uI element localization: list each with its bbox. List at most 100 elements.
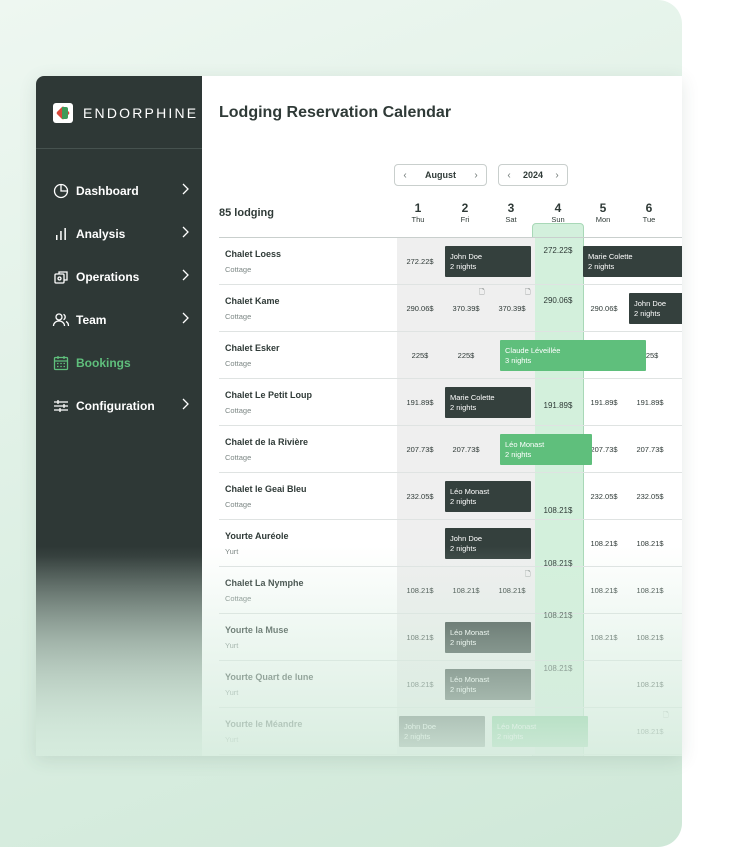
price-cell[interactable]: 232.05$ <box>397 473 443 519</box>
booking-block[interactable]: John Doe 2 nights <box>399 716 485 747</box>
price-cell[interactable]: 290.06$ <box>397 285 443 331</box>
lodging-name: Yourte la Muse <box>225 625 289 635</box>
price-cell[interactable]: 191.89$ <box>397 379 443 425</box>
sidebar-item-configuration[interactable]: Configuration <box>36 384 202 427</box>
booking-guest: John Doe <box>450 252 483 261</box>
booking-block[interactable]: Léo Monast 2 nights <box>445 481 531 512</box>
sidebar-item-label: Operations <box>76 269 140 284</box>
price-cell[interactable]: 108.21$ <box>581 614 627 660</box>
booking-block[interactable]: John Doe 2 nights <box>629 293 682 324</box>
sunday-price[interactable]: 108.21$ <box>532 611 584 620</box>
price-cell[interactable] <box>581 661 627 707</box>
sidebar-item-label: Analysis <box>76 226 126 241</box>
sunday-price[interactable]: 108.21$ <box>532 664 584 673</box>
booking-block[interactable]: Claude Léveillée 3 nights <box>500 340 646 371</box>
price-value: 191.89$ <box>406 397 434 407</box>
price-cell[interactable]: 108.21$ <box>627 520 673 566</box>
price-cell[interactable]: 232.05$ <box>627 473 673 519</box>
booking-nights: 2 nights <box>588 261 615 271</box>
sidebar-item-label: Configuration <box>76 398 155 413</box>
chevron-left-icon[interactable]: ‹ <box>499 170 519 181</box>
lodging-name: Chalet La Nymphe <box>225 578 304 588</box>
booking-block[interactable]: Marie Colette 2 nights <box>445 387 531 418</box>
price-cell[interactable] <box>397 520 443 566</box>
price-cell[interactable]: 290.06$ <box>581 285 627 331</box>
booking-block[interactable]: Léo Monast 2 nights <box>492 716 588 747</box>
sidebar-item-dashboard[interactable]: Dashboard <box>36 169 202 212</box>
price-cell[interactable]: 108.21$ <box>397 661 443 707</box>
price-cell[interactable]: 225$ <box>397 332 443 378</box>
price-value: 207.73$ <box>406 444 434 454</box>
lodging-name: Yourte le Méandre <box>225 719 303 729</box>
price-cell[interactable]: 108.21$ <box>581 520 627 566</box>
document-icon: 🗋 <box>525 571 531 578</box>
chevron-left-icon[interactable]: ‹ <box>395 170 415 181</box>
price-value: 108.21$ <box>636 632 664 642</box>
sidebar-item-bookings[interactable]: Bookings <box>36 341 202 384</box>
price-cell[interactable]: 272.22$ <box>397 238 443 284</box>
sunday-price[interactable]: 108.21$ <box>532 559 584 568</box>
table-row[interactable]: Chalet La Nymphe Cottage 108.21$ 108.21$ 108… <box>219 567 682 614</box>
brand-name: ENDORPHINE <box>83 105 199 121</box>
price-cell[interactable]: 108.21$ <box>627 614 673 660</box>
document-icon: 🗋 <box>525 289 531 296</box>
price-cell[interactable]: 207.73$ <box>627 426 673 472</box>
sunday-price[interactable]: 108.21$ <box>532 506 584 515</box>
price-value: 225$ <box>457 350 475 360</box>
team-icon <box>52 311 70 329</box>
price-cell[interactable]: 207.73$ <box>397 426 443 472</box>
price-cell[interactable]: 191.89$ <box>627 379 673 425</box>
booking-block[interactable]: John Doe 2 nights <box>445 246 531 277</box>
lodging-type: Cottage <box>225 265 252 274</box>
price-cell[interactable]: 108.21$ <box>397 614 443 660</box>
sidebar-item-analysis[interactable]: Analysis <box>36 212 202 255</box>
brand-logo[interactable]: ENDORPHINE <box>53 103 198 123</box>
month-value[interactable]: August <box>415 170 466 180</box>
day-number: 5 <box>599 201 607 215</box>
chevron-right-icon[interactable]: › <box>547 170 567 181</box>
logo-icon <box>53 103 73 123</box>
booking-block[interactable]: Léo Monast 2 nights <box>445 622 531 653</box>
sidebar-item-label: Team <box>76 312 107 327</box>
price-cell[interactable]: 207.73$ <box>443 426 489 472</box>
sunday-price[interactable]: 290.06$ <box>532 296 584 305</box>
booking-block[interactable]: Léo Monast 2 nights <box>500 434 592 465</box>
booking-block[interactable]: Léo Monast 2 nights <box>445 669 531 700</box>
price-cell[interactable]: 108.21$ <box>397 567 443 613</box>
page-title: Lodging Reservation Calendar <box>219 104 452 121</box>
price-cell[interactable]: 108.21$ <box>627 661 673 707</box>
calendar-icon <box>52 354 70 372</box>
price-cell[interactable]: 232.05$ <box>581 473 627 519</box>
operations-icon <box>52 268 70 286</box>
lodging-name: Yourte Auréole <box>225 531 289 541</box>
lodging-count: 85 lodging <box>219 207 274 219</box>
price-value: 191.89$ <box>636 397 664 407</box>
sidebar-item-operations[interactable]: Operations <box>36 255 202 298</box>
chevron-right-icon[interactable]: › <box>466 170 486 181</box>
sidebar-item-label: Dashboard <box>76 183 139 198</box>
sunday-price[interactable]: 272.22$ <box>532 246 584 255</box>
booking-block[interactable]: Marie Colette 2 nights <box>583 246 682 277</box>
table-row[interactable]: Chalet Kame Cottage 290.06$ 370.39$ 370.39$ 2… <box>219 285 682 332</box>
price-cell[interactable]: 225$ <box>443 332 489 378</box>
price-cell[interactable]: 108.21$ <box>581 567 627 613</box>
sunday-price[interactable]: 191.89$ <box>532 401 584 410</box>
lodging-name: Chalet Kame <box>225 296 280 306</box>
sidebar-fade <box>36 556 202 756</box>
booking-guest: Léo Monast <box>450 675 490 684</box>
booking-block[interactable]: John Doe 2 nights <box>445 528 531 559</box>
price-cell[interactable]: 108.21$ <box>627 567 673 613</box>
price-cell[interactable]: 108.21$ <box>443 567 489 613</box>
price-cell[interactable]: 191.89$ <box>581 379 627 425</box>
booking-nights: 2 nights <box>404 731 431 741</box>
day-number: 3 <box>507 201 515 215</box>
day-number: 2 <box>461 201 469 215</box>
sidebar-item-team[interactable]: Team <box>36 298 202 341</box>
booking-guest: John Doe <box>404 722 437 731</box>
table-row[interactable]: Chalet de la Rivière Cottage 207.73$ 207.73… <box>219 426 682 473</box>
year-value[interactable]: 2024 <box>519 170 547 180</box>
price-value: 232.05$ <box>590 491 618 501</box>
sidebar-nav: Dashboard Analysis Operations Team Booki… <box>36 169 202 427</box>
price-value: 108.21$ <box>498 585 526 595</box>
lodging-type: Cottage <box>225 594 252 603</box>
